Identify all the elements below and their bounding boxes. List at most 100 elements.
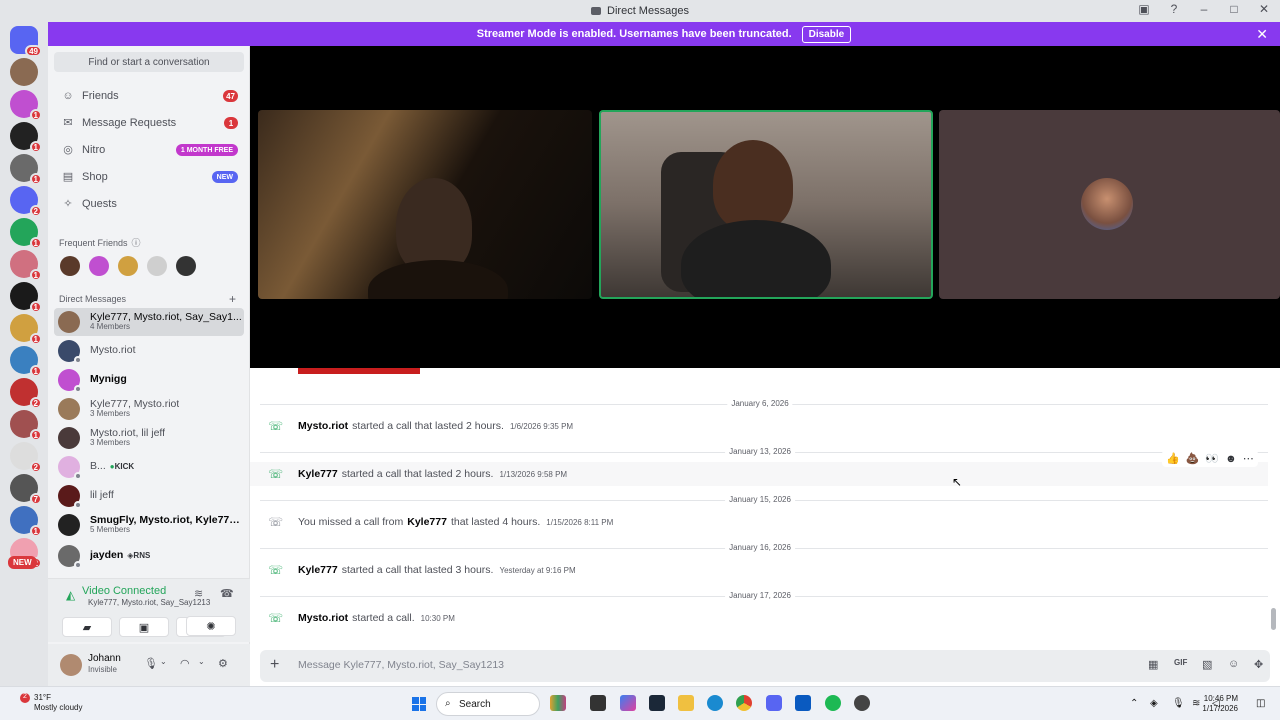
close-window-icon[interactable]: ✕	[1256, 2, 1272, 16]
clock[interactable]: 10:46 PM 1/17/2026	[1202, 694, 1238, 715]
message-input[interactable]: + Message Kyle777, Mysto.riot, Say_Say12…	[260, 650, 1270, 682]
frequent-friend-avatar[interactable]	[118, 256, 138, 276]
thumbs-up-icon[interactable]: 👍	[1166, 452, 1180, 465]
eyes-icon[interactable]: 👀	[1205, 452, 1219, 465]
frequent-friend-avatar[interactable]	[60, 256, 80, 276]
maximize-icon[interactable]: □	[1226, 2, 1242, 16]
network-icon[interactable]: ◈	[1150, 698, 1158, 709]
gif-icon[interactable]: GIF	[1174, 658, 1187, 667]
taskbar-search[interactable]: ⌕ Search	[436, 692, 540, 716]
video-tile[interactable]	[258, 110, 592, 299]
frequent-friend-avatar[interactable]	[147, 256, 167, 276]
apps-icon[interactable]: ✥	[1254, 658, 1263, 671]
sticker-icon[interactable]: ▧	[1202, 658, 1212, 671]
server-icon[interactable]: 1	[10, 122, 42, 153]
chrome-icon[interactable]	[736, 695, 752, 711]
poop-icon[interactable]: 💩	[1186, 452, 1200, 465]
server-icon[interactable]: 2	[10, 186, 42, 217]
create-dm-icon[interactable]: +	[229, 292, 236, 306]
terminal-icon[interactable]	[590, 695, 606, 711]
phone-icon: ☏	[268, 467, 284, 481]
more-icon[interactable]: ⋯	[1243, 452, 1254, 465]
nav-friends[interactable]: ☺ Friends 47	[54, 84, 244, 108]
spotify-icon[interactable]	[825, 695, 841, 711]
dm-item[interactable]: jayden ◈RNS	[54, 542, 244, 570]
edge-icon[interactable]	[707, 695, 723, 711]
add-reaction-icon[interactable]: ☻	[1225, 453, 1237, 465]
nav-nitro[interactable]: ◎ Nitro 1 MONTH FREE	[54, 138, 244, 162]
nav-message-requests[interactable]: ✉ Message Requests 1	[54, 111, 244, 135]
frequent-friends-header: Frequent Friends ⓘ	[59, 236, 141, 249]
group-avatar	[58, 311, 80, 333]
add-attachment-icon[interactable]: +	[270, 656, 279, 674]
frequent-friend-avatar[interactable]	[176, 256, 196, 276]
server-icon[interactable]: 7	[10, 474, 42, 505]
gift-icon[interactable]: ▦	[1148, 658, 1158, 671]
close-banner-icon[interactable]: ✕	[1256, 26, 1268, 43]
mic-tray-icon[interactable]: 🎙	[1172, 698, 1185, 709]
microphone-icon[interactable]: 🎙	[144, 657, 158, 670]
help-icon[interactable]: ?	[1166, 2, 1182, 16]
dm-item[interactable]: SmugFly, Mysto.riot, Kyle777,... 5 Member…	[54, 511, 244, 539]
chevron-down-icon[interactable]: ⌄	[198, 657, 205, 666]
server-icon[interactable]: 1	[10, 506, 42, 537]
dm-item[interactable]: Mysto.riot	[54, 337, 244, 365]
copilot-icon[interactable]	[620, 695, 636, 711]
discord-icon[interactable]	[766, 695, 782, 711]
video-tile-speaking[interactable]	[599, 110, 933, 299]
store-icon[interactable]	[795, 695, 811, 711]
disconnect-icon[interactable]: ☎	[220, 587, 234, 600]
home-button[interactable]: 49	[10, 26, 42, 57]
scrollbar-thumb[interactable]	[1271, 608, 1276, 630]
dm-item[interactable]: Mynigg	[54, 366, 244, 394]
file-explorer-icon[interactable]	[678, 695, 694, 711]
server-icon[interactable]: 2	[10, 378, 42, 409]
disable-button[interactable]: Disable	[801, 25, 852, 43]
server-icon[interactable]	[10, 58, 38, 86]
noise-suppression-icon[interactable]: ≋	[194, 587, 203, 600]
server-icon[interactable]: 1	[10, 410, 42, 441]
camera-off-button[interactable]: ▰	[62, 617, 112, 637]
start-button-icon[interactable]	[412, 697, 426, 711]
inbox-icon[interactable]: ▣	[1136, 2, 1152, 16]
dm-item[interactable]: lil jeff	[54, 482, 244, 510]
server-icon[interactable]: 1	[10, 346, 42, 377]
emoji-icon[interactable]: ☺	[1228, 658, 1239, 670]
server-icon[interactable]: 1	[10, 90, 42, 121]
chevron-down-icon[interactable]: ⌄	[160, 657, 167, 666]
app-icon[interactable]	[550, 695, 566, 711]
dm-item[interactable]: Kyle777, Mysto.riot 3 Members	[54, 395, 244, 423]
frequent-friend-avatar[interactable]	[89, 256, 109, 276]
server-icon[interactable]: 1	[10, 218, 42, 249]
dm-item[interactable]: Kyle777, Mysto.riot, Say_Say1... 4 Member…	[54, 308, 244, 336]
signal-icon[interactable]: ◭	[66, 588, 75, 602]
wifi-icon[interactable]: ≋	[1192, 698, 1200, 709]
soundboard-button[interactable]: ✺	[186, 616, 236, 636]
server-icon[interactable]: 1	[10, 154, 42, 185]
user-avatar[interactable]	[60, 654, 82, 676]
tray-expand-icon[interactable]: ⌃	[1130, 698, 1138, 709]
settings-gear-icon[interactable]: ⚙	[218, 657, 228, 670]
screen-share-button[interactable]: ▣	[119, 617, 169, 637]
video-tile-avatar[interactable]	[939, 110, 1280, 299]
server-icon[interactable]: 1	[10, 282, 42, 313]
server-icon[interactable]: 2	[10, 442, 42, 473]
missed-call-icon: ☏	[268, 515, 284, 529]
search-input[interactable]: Find or start a conversation	[54, 52, 244, 72]
dm-item[interactable]: Mysto.riot, lil jeff 3 Members	[54, 424, 244, 452]
nav-shop[interactable]: ▤ Shop NEW	[54, 165, 244, 189]
dm-item[interactable]: B... ●KICK	[54, 453, 244, 481]
minimize-icon[interactable]: –	[1196, 2, 1212, 16]
steam-icon[interactable]	[649, 695, 665, 711]
phone-icon: ☏	[268, 611, 284, 625]
weather-widget[interactable]: 2 31°F Mostly cloudy	[20, 693, 82, 712]
nav-quests[interactable]: ✧ Quests	[54, 192, 244, 216]
server-icon[interactable]: 1	[10, 314, 42, 345]
info-icon[interactable]: ⓘ	[132, 236, 141, 249]
voice-status[interactable]: Video Connected	[82, 585, 166, 597]
headphones-icon[interactable]: ◠	[180, 657, 190, 670]
avatar	[58, 369, 82, 393]
server-icon[interactable]: 1	[10, 250, 42, 281]
notifications-icon[interactable]: ◫	[1256, 698, 1265, 709]
app-icon[interactable]	[854, 695, 870, 711]
